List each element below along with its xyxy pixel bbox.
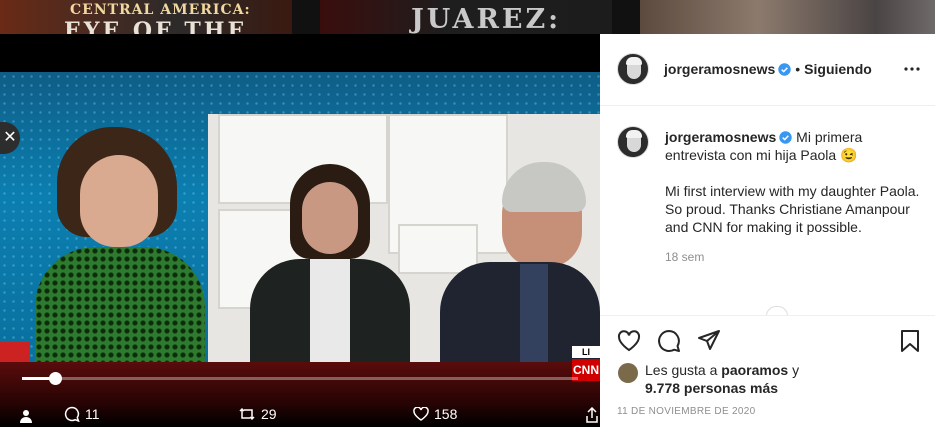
background-thumbnails: CENTRAL AMERICA: EYE OF THE JUAREZ: xyxy=(0,0,935,34)
avatar[interactable] xyxy=(617,126,649,158)
verified-badge-icon xyxy=(778,63,791,76)
liker-avatar[interactable] xyxy=(618,363,638,383)
likes-count-link[interactable]: 9.778 personas más xyxy=(645,380,778,396)
more-options-icon[interactable] xyxy=(902,60,922,78)
likes-connector: y xyxy=(792,362,800,378)
video-player[interactable]: LI CNN ✕ 11 29 158 xyxy=(0,34,600,427)
thumbnail-1-line2: EYE OF THE xyxy=(64,18,248,34)
video-progress-bar[interactable] xyxy=(22,372,578,385)
caption-body: jorgeramosnews Mi primera entrevista con… xyxy=(665,128,922,266)
liker-username[interactable]: paoramos xyxy=(721,362,788,378)
comment-icon xyxy=(64,406,80,422)
separator-dot: • xyxy=(795,61,801,77)
heart-icon xyxy=(413,407,429,421)
header-username[interactable]: jorgeramosnews xyxy=(664,61,775,77)
thumbnail-2[interactable]: JUAREZ: xyxy=(320,0,612,34)
repost-icon xyxy=(239,407,255,421)
instagram-post-modal: CENTRAL AMERICA: EYE OF THE JUAREZ: LI C… xyxy=(0,0,935,427)
reposts-stat[interactable]: 29 xyxy=(238,406,277,422)
video-stats-bar: 11 29 158 xyxy=(0,404,600,427)
guest-person-right xyxy=(440,162,600,372)
comments-stat[interactable]: 11 xyxy=(64,406,100,422)
following-button[interactable]: Siguiendo xyxy=(804,61,872,77)
thumbnail-1-line1: CENTRAL AMERICA: xyxy=(70,2,251,18)
header-user-line: jorgeramosnews • Siguiendo xyxy=(664,61,872,77)
caption-username[interactable]: jorgeramosnews xyxy=(665,129,776,145)
post-header: jorgeramosnews • Siguiendo xyxy=(600,34,935,106)
live-badge: LI xyxy=(572,346,600,358)
comments-count: 11 xyxy=(85,406,100,422)
thumbnail-2-title: JUAREZ: xyxy=(411,4,562,34)
likes-prefix: Les gusta a xyxy=(645,362,718,378)
anchor-person xyxy=(35,127,205,362)
bookmark-icon[interactable] xyxy=(897,328,923,354)
post-date[interactable]: 11 DE NOVIEMBRE DE 2020 xyxy=(617,406,755,417)
share-icon[interactable] xyxy=(586,407,598,423)
like-heart-icon[interactable] xyxy=(616,328,642,354)
action-bar xyxy=(600,315,935,365)
thumbnail-1[interactable]: CENTRAL AMERICA: EYE OF THE xyxy=(0,0,292,34)
caption-text-line2: Mi first interview with my daughter Paol… xyxy=(665,183,920,235)
likes-count: 158 xyxy=(434,406,458,422)
verified-badge-icon xyxy=(779,131,792,144)
likes-stat[interactable]: 158 xyxy=(413,406,457,422)
thumbnail-3[interactable] xyxy=(640,0,935,34)
red-accent xyxy=(0,342,30,362)
post-time-ago[interactable]: 18 sem xyxy=(665,248,922,266)
anchor-panel xyxy=(0,72,210,362)
reposts-count: 29 xyxy=(261,406,277,422)
post-details-panel: jorgeramosnews • Siguiendo jorgeramosnews … xyxy=(600,34,935,427)
comment-icon[interactable] xyxy=(656,328,682,354)
avatar[interactable] xyxy=(617,53,649,85)
user-icon[interactable] xyxy=(20,409,32,423)
share-direct-icon[interactable] xyxy=(696,328,722,354)
guest-person-center xyxy=(250,164,410,369)
